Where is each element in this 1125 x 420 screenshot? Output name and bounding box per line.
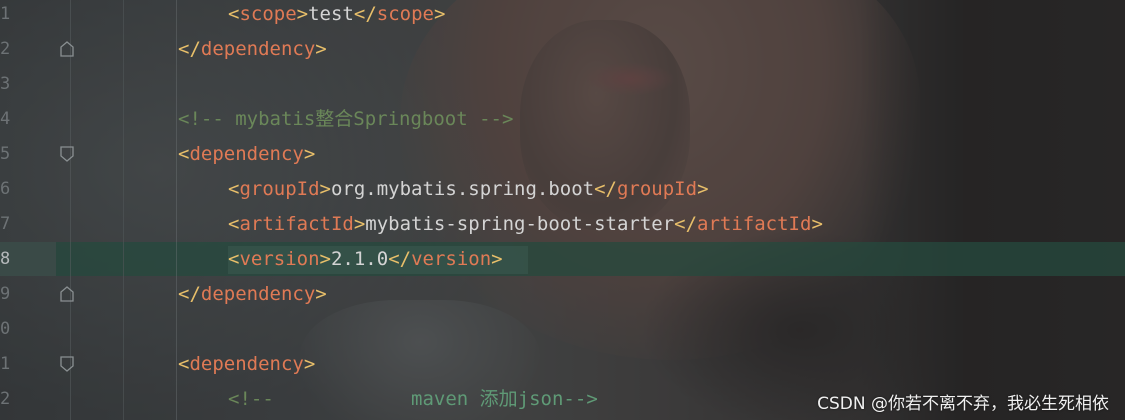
fold-end-icon[interactable] (60, 41, 74, 57)
tag-bracket: > (303, 143, 316, 165)
code-content: </dependency> (178, 32, 327, 67)
code-line[interactable]: 4 <!-- mybatis整合Springboot --> (0, 102, 1125, 137)
tag-bracket: < (178, 143, 190, 165)
line-number: 6 (0, 179, 11, 199)
tag-name: dependency (200, 38, 316, 60)
tag-name: version (239, 248, 320, 270)
tag-name: artifactId (697, 213, 812, 235)
tag-bracket: < (178, 353, 190, 375)
code-content: <!-- maven 添加json--> (228, 382, 598, 417)
line-number: 9 (0, 284, 11, 304)
tag-bracket: </ (178, 38, 201, 60)
line-number: 3 (0, 74, 11, 94)
element-value: mybatis-spring-boot-starter (365, 213, 675, 235)
code-content: <dependency> (178, 347, 315, 382)
tag-bracket: > (296, 3, 309, 25)
code-line[interactable]: 5 <dependency> (0, 137, 1125, 172)
tag-bracket: > (315, 38, 327, 60)
tag-name: artifactId (239, 213, 354, 235)
tag-bracket: < (228, 178, 240, 200)
code-content: <!-- mybatis整合Springboot --> (178, 102, 513, 137)
code-line[interactable]: 2 </dependency> (0, 32, 1125, 67)
tag-bracket: > (319, 248, 331, 270)
tag-bracket: </ (388, 248, 412, 270)
tag-bracket: > (697, 178, 709, 200)
line-number: 1 (0, 354, 11, 374)
tag-name: version (411, 248, 492, 270)
tag-bracket: > (303, 353, 316, 375)
tag-bracket: </ (594, 178, 617, 200)
code-line[interactable]: 7 <artifactId>mybatis-spring-boot-starter… (0, 207, 1125, 242)
tag-bracket: </ (353, 3, 377, 25)
code-line[interactable]: 3 (0, 67, 1125, 102)
tag-name: groupId (239, 178, 320, 200)
tag-name: scope (239, 3, 297, 25)
tag-bracket: < (228, 213, 240, 235)
tag-bracket: > (319, 178, 331, 200)
element-value: 2.1.0 (330, 248, 389, 270)
fold-start-icon[interactable] (60, 146, 74, 162)
tag-bracket: > (491, 248, 503, 270)
tag-bracket: > (811, 213, 823, 235)
fold-start-icon[interactable] (60, 356, 74, 372)
line-number: 0 (0, 319, 11, 339)
element-value: test (308, 3, 354, 25)
tag-bracket: > (315, 283, 327, 305)
code-content: <groupId>org.mybatis.spring.boot</groupI… (228, 172, 709, 207)
tag-name: dependency (189, 353, 304, 375)
tag-bracket: > (433, 3, 446, 25)
tag-bracket: > (353, 213, 366, 235)
line-number: 1 (0, 4, 11, 24)
csdn-watermark: CSDN @你若不离不弃，我必生死相依 (817, 394, 1109, 414)
xml-comment: <!-- mybatis整合Springboot --> (178, 108, 514, 130)
tag-bracket: < (228, 248, 240, 270)
code-line[interactable]: 6 <groupId>org.mybatis.spring.boot</group… (0, 172, 1125, 207)
element-value: org.mybatis.spring.boot (330, 178, 595, 200)
comment-spacing (274, 388, 411, 410)
xml-comment-text: maven 添加json--> (411, 388, 598, 410)
code-line[interactable]: 1 <scope>test</scope> (0, 0, 1125, 32)
line-number: 7 (0, 214, 11, 234)
tag-name: scope (376, 3, 434, 25)
fold-end-icon[interactable] (60, 286, 74, 302)
line-number: 4 (0, 109, 11, 129)
code-line[interactable]: 8 <version>2.1.0</version> (0, 242, 1125, 277)
xml-comment-start: <!-- (228, 388, 274, 410)
code-content: <version>2.1.0</version> (228, 242, 503, 277)
code-line[interactable]: 1 <dependency> (0, 347, 1125, 382)
line-number: 2 (0, 39, 11, 59)
code-line[interactable]: 0 (0, 312, 1125, 347)
code-content: <artifactId>mybatis-spring-boot-starter<… (228, 207, 823, 242)
line-number: 8 (0, 249, 11, 269)
line-number: 5 (0, 144, 11, 164)
code-content: <dependency> (178, 137, 315, 172)
tag-bracket: </ (674, 213, 698, 235)
tag-name: dependency (189, 143, 304, 165)
code-content: </dependency> (178, 277, 327, 312)
tag-name: dependency (200, 283, 316, 305)
code-line[interactable]: 9 </dependency> (0, 277, 1125, 312)
code-content: <scope>test</scope> (228, 0, 445, 32)
tag-bracket: < (228, 3, 240, 25)
tag-name: groupId (616, 178, 698, 200)
tag-bracket: </ (178, 283, 201, 305)
line-number: 2 (0, 389, 11, 409)
